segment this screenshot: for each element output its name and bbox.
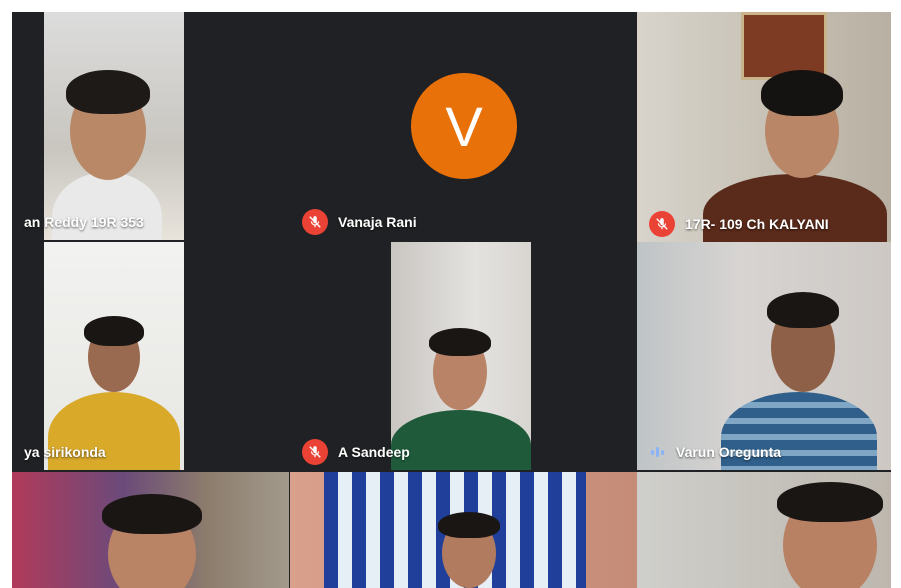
avatar-letter: V <box>445 94 483 158</box>
participant-tile-4[interactable]: ya sirikonda <box>12 242 290 470</box>
participant-name-5: A Sandeep <box>290 434 420 470</box>
participant-name-text: an Reddy 19R 353 <box>24 214 144 230</box>
participant-name-1: an Reddy 19R 353 <box>12 204 154 240</box>
mic-off-icon <box>302 439 328 465</box>
video-grid: an Reddy 19R 353 V Vanaja Rani 17R- 109 … <box>12 12 891 588</box>
speaking-indicator-icon <box>651 447 664 457</box>
participant-name-text: A Sandeep <box>338 444 410 460</box>
participant-name-text: ya sirikonda <box>24 444 106 460</box>
participant-name-text: Vanaja Rani <box>338 214 417 230</box>
participant-tile-8[interactable] <box>290 472 637 588</box>
participant-name-2: Vanaja Rani <box>290 204 427 240</box>
participant-tile-9[interactable] <box>637 472 891 588</box>
wall-picture <box>741 12 827 80</box>
participant-name-6: Varun Oregunta <box>637 434 791 470</box>
avatar: V <box>411 73 517 179</box>
participant-tile-1[interactable]: an Reddy 19R 353 <box>12 12 290 240</box>
participant-tile-5[interactable]: A Sandeep <box>290 242 637 470</box>
participant-name-text: Varun Oregunta <box>676 444 782 460</box>
participant-name-4: ya sirikonda <box>12 434 116 470</box>
participant-tile-2[interactable]: V Vanaja Rani <box>290 12 637 240</box>
participant-name-3: 17R- 109 Ch KALYANI <box>637 206 839 242</box>
mic-off-icon <box>649 211 675 237</box>
mic-off-icon <box>302 209 328 235</box>
participant-tile-7[interactable] <box>12 472 289 588</box>
participant-tile-3[interactable]: 17R- 109 Ch KALYANI <box>637 12 891 242</box>
participant-tile-6[interactable]: Varun Oregunta <box>637 242 891 470</box>
participant-name-text: 17R- 109 Ch KALYANI <box>685 216 829 232</box>
